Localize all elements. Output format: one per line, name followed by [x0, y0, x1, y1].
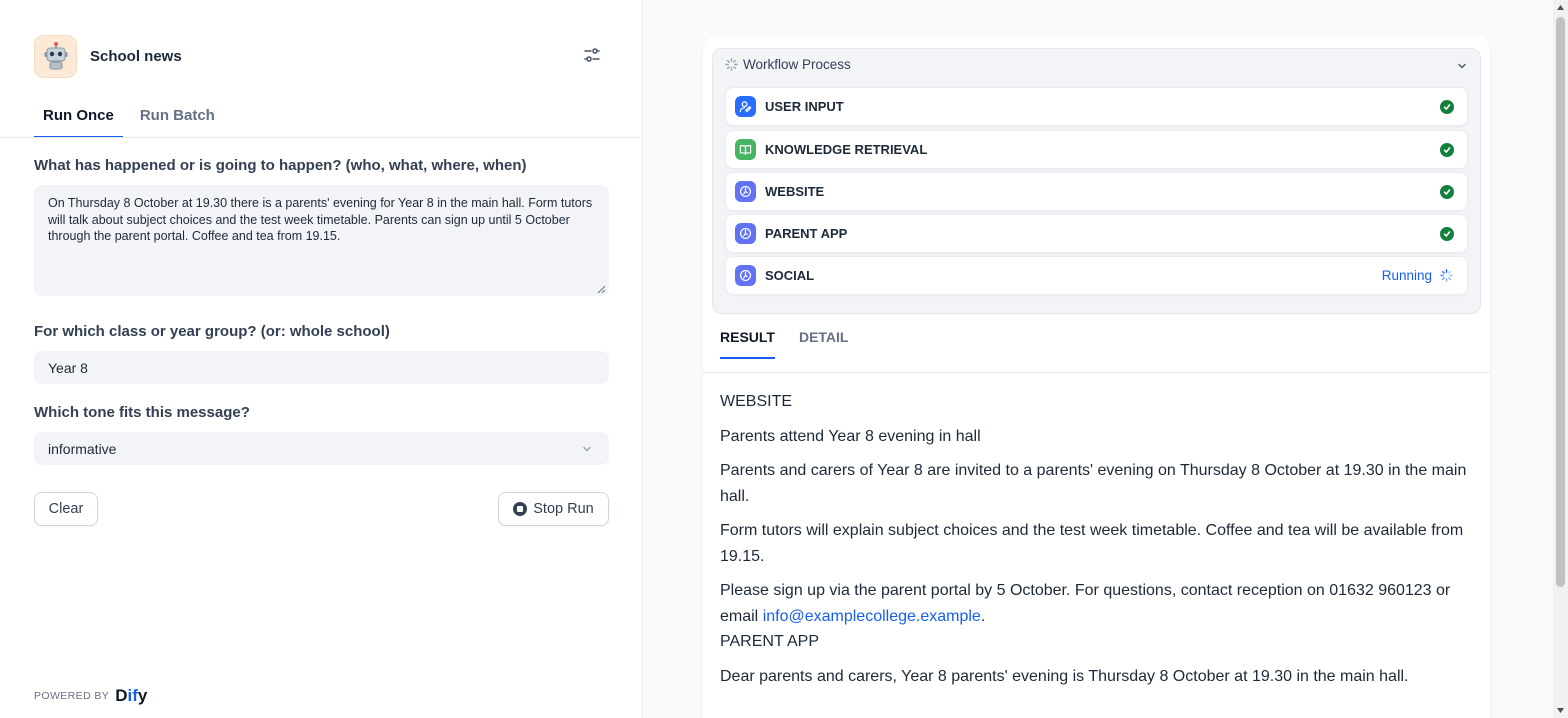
node-title: USER INPUT [765, 99, 844, 114]
result-card: Workflow Process USER INPUT KNOWLEDGE RE… [703, 35, 1490, 718]
success-check-icon [1440, 143, 1454, 157]
scrollbar[interactable] [1553, 0, 1568, 718]
scroll-up-arrow-icon[interactable] [1556, 3, 1565, 12]
question-tone-label: Which tone fits this message? [34, 404, 250, 421]
result-section-heading: PARENT APP [720, 633, 819, 650]
question-what-value: On Thursday 8 October at 19.30 there is … [48, 196, 593, 243]
settings-sliders-icon[interactable] [583, 46, 601, 64]
result-title: Parents attend Year 8 evening in hall [720, 427, 981, 445]
question-class-label: For which class or year group? (or: whol… [34, 323, 390, 340]
question-what-textarea[interactable]: On Thursday 8 October at 19.30 there is … [34, 185, 609, 296]
node-title: KNOWLEDGE RETRIEVAL [765, 142, 928, 157]
result-paragraph: Please sign up via the parent portal by … [720, 578, 1480, 629]
success-check-icon [1440, 100, 1454, 114]
node-title: PARENT APP [765, 226, 848, 241]
scroll-thumb[interactable] [1556, 17, 1565, 587]
result-paragraph: Form tutors will explain subject choices… [720, 522, 1464, 565]
result-tabs-divider [703, 372, 1490, 373]
app-header: School news [34, 34, 609, 78]
workflow-node-social[interactable]: SOCIAL Running [725, 256, 1468, 295]
scroll-down-arrow-icon[interactable] [1556, 706, 1565, 715]
dify-logo[interactable]: Dify [115, 686, 147, 706]
stop-icon [513, 502, 528, 516]
book-icon [735, 139, 756, 160]
tab-result[interactable]: RESULT [720, 317, 775, 359]
clear-button[interactable]: Clear [34, 492, 98, 526]
tab-detail[interactable]: DETAIL [799, 317, 849, 359]
robot-icon [34, 34, 77, 78]
tone-select-value: informative [48, 440, 117, 457]
success-check-icon [1440, 185, 1454, 199]
running-label: Running [1381, 268, 1432, 283]
llm-icon [735, 223, 756, 244]
tab-run-batch[interactable]: Run Batch [131, 96, 224, 138]
user-input-icon [735, 96, 756, 117]
loading-spinner-icon [725, 58, 738, 71]
workflow-node-knowledge-retrieval[interactable]: KNOWLEDGE RETRIEVAL [725, 130, 1468, 169]
workflow-process-header[interactable]: Workflow Process [725, 57, 851, 72]
node-title: SOCIAL [765, 268, 815, 283]
email-link[interactable]: info@examplecollege.example [763, 608, 981, 625]
question-class-input[interactable]: Year 8 [34, 351, 609, 384]
result-paragraph: Dear parents and carers, Year 8 parents'… [720, 667, 1409, 685]
result-output: WEBSITE Parents attend Year 8 evening in… [720, 389, 1480, 698]
powered-by: POWERED BY Dify [34, 686, 147, 706]
tone-select[interactable]: informative [34, 432, 609, 465]
tabs-divider [0, 137, 643, 138]
workflow-node-website[interactable]: WEBSITE [725, 172, 1468, 211]
run-panel: School news Run Once Run Batch What has … [0, 0, 643, 718]
stop-run-label: Stop Run [533, 501, 594, 517]
result-section-heading: WEBSITE [720, 393, 793, 410]
resize-grip-icon[interactable] [597, 285, 605, 293]
result-paragraph: Parents and carers of Year 8 are invited… [720, 462, 1467, 505]
result-panel: Workflow Process USER INPUT KNOWLEDGE RE… [644, 0, 1568, 718]
powered-by-label: POWERED BY [34, 690, 110, 702]
tab-run-once[interactable]: Run Once [34, 96, 123, 138]
running-status: Running [1382, 268, 1453, 283]
workflow-process: Workflow Process USER INPUT KNOWLEDGE RE… [712, 48, 1481, 314]
success-check-icon [1440, 227, 1454, 241]
chevron-down-icon [583, 446, 591, 452]
chevron-down-icon[interactable] [1456, 60, 1468, 72]
app-title: School news [90, 47, 182, 65]
llm-icon [735, 181, 756, 202]
result-tabs: RESULT DETAIL [720, 317, 872, 361]
workflow-node-user-input[interactable]: USER INPUT [725, 87, 1468, 126]
run-mode-tabs: Run Once Run Batch [34, 96, 232, 138]
result-text: . [980, 607, 986, 625]
node-title: WEBSITE [765, 184, 825, 199]
question-what-label: What has happened or is going to happen?… [34, 157, 527, 174]
llm-icon [735, 265, 756, 286]
workflow-process-title: Workflow Process [743, 57, 851, 72]
workflow-node-parent-app[interactable]: PARENT APP [725, 214, 1468, 253]
stop-run-button[interactable]: Stop Run [498, 492, 609, 526]
loading-spinner-icon [1440, 269, 1453, 282]
